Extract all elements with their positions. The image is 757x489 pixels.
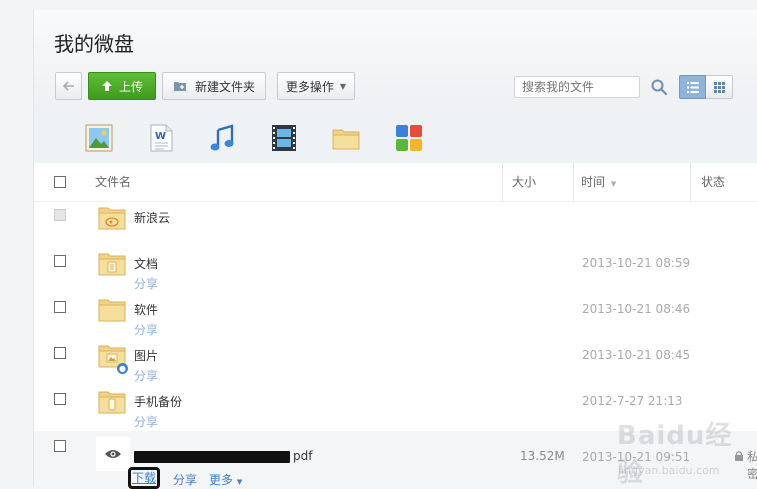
file-date: 2013-10-21 08:45 [582,348,691,362]
column-name-header[interactable]: 文件名 [95,163,131,201]
search-icon[interactable] [650,78,668,96]
table-header: 文件名 大小 时间 ▼ 状态 [34,163,757,202]
row-checkbox[interactable] [54,393,66,405]
share-link[interactable]: 分享 [134,367,158,384]
download-link[interactable]: 下载 [128,467,160,489]
more-operations-label: 更多操作 [285,79,334,94]
caret-down-icon: ▼ [236,478,243,486]
redacted-file-name [134,451,290,463]
folder-icon[interactable] [332,124,360,152]
new-folder-button[interactable]: 新建文件夹 [162,72,266,100]
table-row[interactable]: 新浪云 [34,201,757,247]
column-status-header[interactable]: 状态 [701,163,725,201]
video-icon[interactable] [270,124,298,152]
back-button[interactable] [55,72,82,100]
file-extension[interactable]: pdf [293,449,312,463]
upload-label: 上传 [118,79,143,94]
file-date: 2012-7-27 21:13 [582,394,683,408]
list-view-icon [686,81,699,93]
column-divider [573,163,574,201]
column-divider [690,163,691,201]
share-link[interactable]: 分享 [173,471,197,488]
apps-icon[interactable] [395,124,423,152]
more-operations-button[interactable]: 更多操作 ▼ [277,72,355,100]
select-all-checkbox[interactable] [54,176,66,188]
caret-down-icon: ▼ [339,81,347,91]
file-name[interactable]: 手机备份 [134,393,182,410]
image-icon[interactable] [85,124,113,152]
table-row[interactable]: ● 图片 分享 2013-10-21 08:45 [34,339,757,385]
file-name[interactable]: 图片 [134,347,158,364]
share-link[interactable]: 分享 [134,413,158,430]
back-arrow-icon [62,81,74,91]
share-link[interactable]: 分享 [134,275,158,292]
row-checkbox[interactable] [54,301,66,313]
grid-view-icon [713,81,725,93]
more-actions-link[interactable]: 更多 ▼ [209,471,242,488]
file-size: 13.52M [520,449,565,463]
file-name[interactable]: 文档 [134,255,158,272]
share-link[interactable]: 分享 [134,321,158,338]
more-actions-label: 更多 [209,473,234,487]
list-view-button[interactable] [679,75,706,99]
upload-button[interactable]: 上传 [88,72,156,100]
column-time-label: 时间 [581,175,606,189]
page-title: 我的微盘 [54,32,134,56]
watermark: Baidu经验 [617,421,733,488]
file-type-filter-bar: W [34,111,757,164]
file-name[interactable]: 软件 [134,301,158,318]
main-panel: 我的微盘 上传 新建文件夹 更多操作 ▼ 搜索我的文件 W 文件名 大小 时间 … [33,10,757,489]
table-row[interactable]: 软件 分享 2013-10-21 08:46 [34,293,757,339]
svg-text:W: W [155,131,166,142]
folder-icon [98,299,126,322]
phone-backup-folder-icon [98,391,126,414]
row-checkbox[interactable] [54,347,66,359]
row-checkbox[interactable] [54,440,66,452]
file-name[interactable]: 新浪云 [134,209,170,226]
shared-user-badge-icon: ● [117,363,128,374]
document-folder-icon [98,253,126,276]
header: 我的微盘 上传 新建文件夹 更多操作 ▼ [34,10,757,112]
music-icon[interactable] [208,124,236,152]
upload-arrow-icon [101,81,112,91]
new-folder-icon [173,82,186,91]
grid-view-button[interactable] [706,75,733,99]
word-doc-icon[interactable]: W [147,124,175,152]
file-date: 2013-10-21 08:46 [582,302,691,316]
column-divider [502,163,503,201]
column-size-header[interactable]: 大小 [512,163,536,201]
search-input[interactable] [514,76,640,98]
file-date: 2013-10-21 08:59 [582,256,691,270]
column-time-header[interactable]: 时间 ▼ [581,163,616,201]
watermark-url: jingyan.baidu.com [618,464,720,477]
eye-preview-icon [105,450,121,458]
table-row[interactable]: 文档 分享 2013-10-21 08:59 [34,247,757,293]
new-folder-label: 新建文件夹 [194,79,255,94]
sina-cloud-folder-icon [98,207,126,230]
row-checkbox[interactable] [54,209,66,221]
row-checkbox[interactable] [54,255,66,267]
sort-caret-icon: ▼ [610,180,617,188]
preview-button[interactable] [96,437,130,471]
